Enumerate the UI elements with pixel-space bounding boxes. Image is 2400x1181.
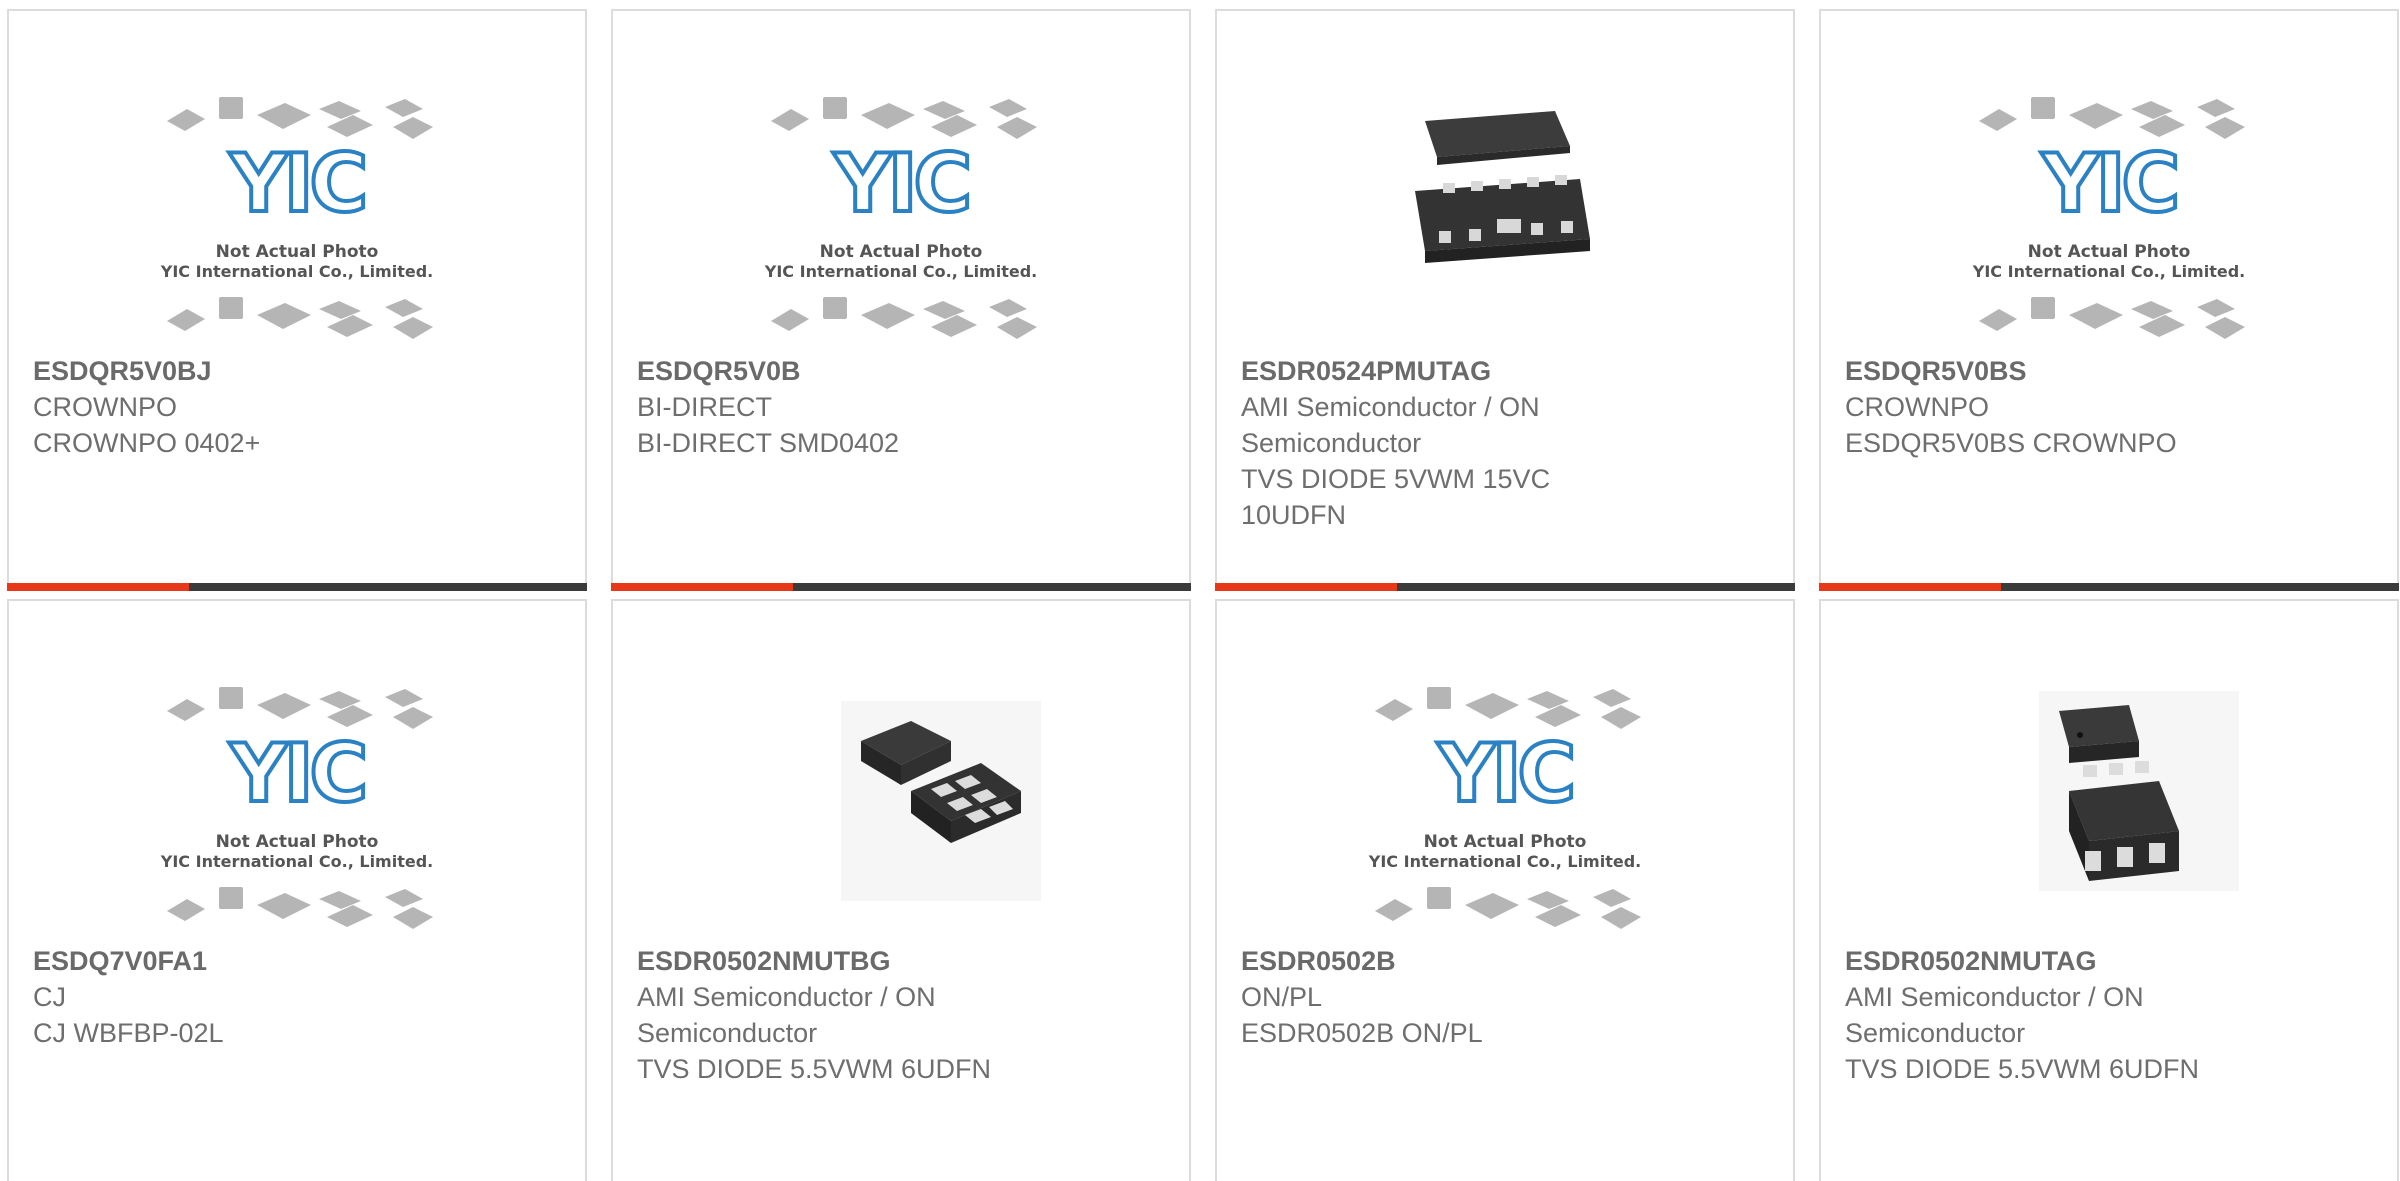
card-accent-bar	[1819, 583, 2001, 591]
svg-text:Not Actual Photo: Not Actual Photo	[216, 832, 379, 852]
product-info: ESDQR5V0BJ CROWNPO CROWNPO 0402+	[33, 353, 565, 461]
svg-text:Not Actual Photo: Not Actual Photo	[2028, 242, 2191, 262]
svg-text:Not Actual Photo: Not Actual Photo	[820, 242, 983, 262]
udfn6-package-icon	[841, 701, 1041, 901]
svg-text:YIC: YIC	[2041, 137, 2176, 230]
not-actual-photo-placeholder-icon: YIC Not Actual Photo YIC International C…	[160, 687, 433, 929]
product-description: TVS DIODE 5VWM 15VC	[1241, 464, 1551, 494]
product-part-number[interactable]: ESDR0502B	[1241, 943, 1773, 979]
product-manufacturer-cont: Semiconductor	[637, 1018, 818, 1048]
product-manufacturer: AMI Semiconductor / ON	[1241, 392, 1540, 422]
product-info: ESDR0502NMUTAG AMI Semiconductor / ON Se…	[1845, 943, 2377, 1087]
svg-text:YIC International Co., Limited: YIC International Co., Limited.	[1972, 262, 2245, 281]
svg-text:YIC: YIC	[229, 727, 364, 820]
svg-text:YIC International Co., Limited: YIC International Co., Limited.	[160, 262, 433, 281]
product-manufacturer-cont: Semiconductor	[1845, 1018, 2026, 1048]
product-card[interactable]: ESDR0502NMUTBG AMI Semiconductor / ON Se…	[611, 599, 1191, 1181]
card-bottom-bar	[7, 583, 587, 591]
product-part-number[interactable]: ESDR0502NMUTBG	[637, 943, 1169, 979]
product-image	[613, 681, 1189, 941]
product-info: ESDR0524PMUTAG AMI Semiconductor / ON Se…	[1241, 353, 1773, 533]
svg-text:YIC: YIC	[229, 137, 364, 230]
product-description: CJ WBFBP-02L	[33, 1018, 224, 1048]
product-description: ESDR0502B ON/PL	[1241, 1018, 1483, 1048]
svg-text:YIC International Co., Limited: YIC International Co., Limited.	[764, 262, 1037, 281]
svg-text:Not Actual Photo: Not Actual Photo	[216, 242, 379, 262]
product-card[interactable]: YIC Not Actual Photo YIC International C…	[611, 9, 1191, 591]
product-manufacturer: ON/PL	[1241, 982, 1323, 1012]
svg-text:YIC: YIC	[833, 137, 968, 230]
product-info: ESDQ7V0FA1 CJ CJ WBFBP-02L	[33, 943, 565, 1051]
product-manufacturer-cont: Semiconductor	[1241, 428, 1422, 458]
product-info: ESDR0502NMUTBG AMI Semiconductor / ON Se…	[637, 943, 1169, 1087]
product-description: CROWNPO 0402+	[33, 428, 261, 458]
card-bottom-bar	[1819, 583, 2399, 591]
product-image: YIC Not Actual Photo YIC International C…	[1217, 681, 1793, 941]
product-manufacturer: CJ	[33, 982, 66, 1012]
product-manufacturer: AMI Semiconductor / ON	[1845, 982, 2144, 1012]
product-image	[1821, 681, 2397, 941]
product-image: YIC Not Actual Photo YIC International C…	[1821, 91, 2397, 351]
product-manufacturer: BI-DIRECT	[637, 392, 772, 422]
product-image: YIC Not Actual Photo YIC International C…	[9, 681, 585, 941]
svg-text:YIC International Co., Limited: YIC International Co., Limited.	[1368, 852, 1641, 871]
product-card[interactable]: ESDR0502NMUTAG AMI Semiconductor / ON Se…	[1819, 599, 2399, 1181]
product-info: ESDQR5V0BS CROWNPO ESDQR5V0BS CROWNPO	[1845, 353, 2377, 461]
product-manufacturer: CROWNPO	[33, 392, 177, 422]
product-card[interactable]: YIC Not Actual Photo YIC International C…	[7, 9, 587, 591]
card-accent-bar	[7, 583, 189, 591]
svg-text:Not Actual Photo: Not Actual Photo	[1424, 832, 1587, 852]
product-info: ESDR0502B ON/PL ESDR0502B ON/PL	[1241, 943, 1773, 1051]
product-manufacturer: AMI Semiconductor / ON	[637, 982, 936, 1012]
udfn10-package-icon	[1415, 111, 1590, 263]
product-image: YIC Not Actual Photo YIC International C…	[613, 91, 1189, 351]
product-part-number[interactable]: ESDQ7V0FA1	[33, 943, 565, 979]
product-description: TVS DIODE 5.5VWM 6UDFN	[1845, 1054, 2200, 1084]
product-description: BI-DIRECT SMD0402	[637, 428, 900, 458]
product-card[interactable]: YIC Not Actual Photo YIC International C…	[1819, 9, 2399, 591]
product-part-number[interactable]: ESDR0524PMUTAG	[1241, 353, 1773, 389]
udfn6-package-icon	[2039, 691, 2239, 891]
not-actual-photo-placeholder-icon: YIC Not Actual Photo YIC International C…	[1368, 687, 1641, 929]
card-accent-bar	[1215, 583, 1397, 591]
product-part-number[interactable]: ESDQR5V0BJ	[33, 353, 565, 389]
product-description: TVS DIODE 5.5VWM 6UDFN	[637, 1054, 992, 1084]
card-bottom-bar	[611, 583, 1191, 591]
product-part-number[interactable]: ESDQR5V0B	[637, 353, 1169, 389]
product-card[interactable]: ESDR0524PMUTAG AMI Semiconductor / ON Se…	[1215, 9, 1795, 591]
product-image	[1217, 91, 1793, 351]
product-image: YIC Not Actual Photo YIC International C…	[9, 91, 585, 351]
card-accent-bar	[611, 583, 793, 591]
product-description: ESDQR5V0BS CROWNPO	[1845, 428, 2177, 458]
product-manufacturer: CROWNPO	[1845, 392, 1989, 422]
not-actual-photo-placeholder-icon: YIC Not Actual Photo YIC International C…	[764, 97, 1037, 339]
not-actual-photo-placeholder-icon: YIC Not Actual Photo YIC International C…	[160, 97, 433, 339]
product-info: ESDQR5V0B BI-DIRECT BI-DIRECT SMD0402	[637, 353, 1169, 461]
svg-text:YIC: YIC	[1437, 727, 1572, 820]
product-card[interactable]: YIC Not Actual Photo YIC International C…	[1215, 599, 1795, 1181]
product-card[interactable]: YIC Not Actual Photo YIC International C…	[7, 599, 587, 1181]
product-description-cont: 10UDFN	[1241, 500, 1347, 530]
product-part-number[interactable]: ESDQR5V0BS	[1845, 353, 2377, 389]
card-bottom-bar	[1215, 583, 1795, 591]
svg-text:YIC International Co., Limited: YIC International Co., Limited.	[160, 852, 433, 871]
product-grid: YIC Not Actual Photo YIC International C…	[7, 9, 2399, 1181]
product-part-number[interactable]: ESDR0502NMUTAG	[1845, 943, 2377, 979]
not-actual-photo-placeholder-icon: YIC Not Actual Photo YIC International C…	[1972, 97, 2245, 339]
